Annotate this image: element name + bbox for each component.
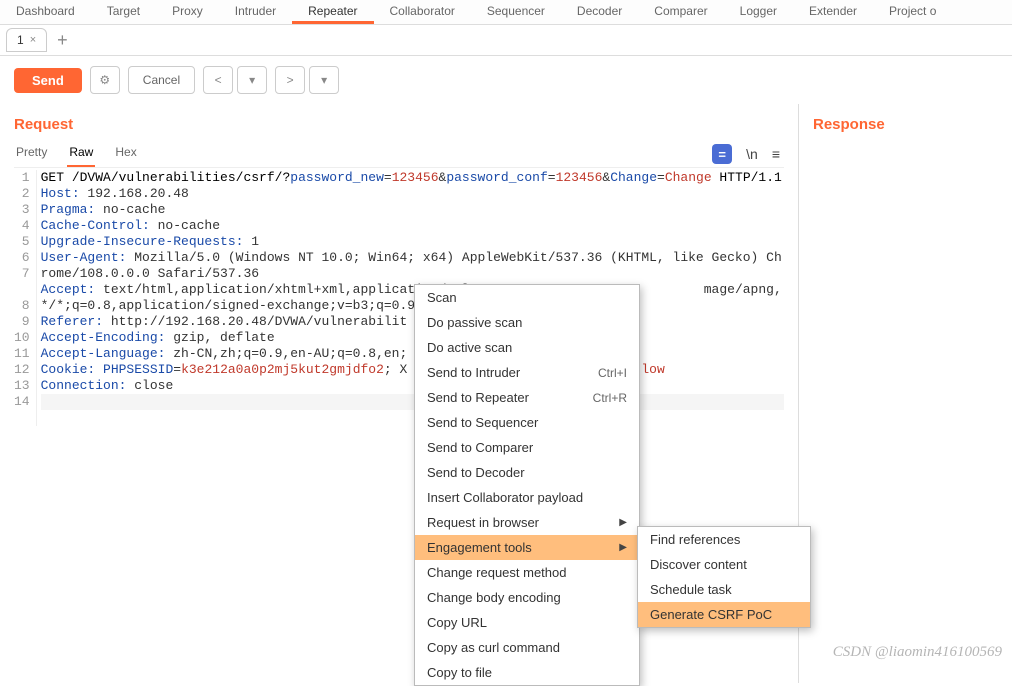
- chevron-down-icon: ▾: [321, 73, 327, 87]
- inspector-icon[interactable]: =: [712, 144, 732, 164]
- ctx-request-in-browser[interactable]: Request in browser▶: [415, 510, 639, 535]
- ctx-send-comparer[interactable]: Send to Comparer: [415, 435, 639, 460]
- chevron-left-icon: <: [215, 73, 222, 87]
- hamburger-icon[interactable]: ≡: [772, 146, 780, 162]
- request-body[interactable]: GET /DVWA/vulnerabilities/csrf/?password…: [37, 170, 784, 426]
- tab-target[interactable]: Target: [91, 0, 156, 24]
- ctx-passive-scan[interactable]: Do passive scan: [415, 310, 639, 335]
- ctx-active-scan[interactable]: Do active scan: [415, 335, 639, 360]
- request-editor[interactable]: 123 456 789 101112 1314 GET /DVWA/vulner…: [14, 170, 784, 426]
- tab-extender[interactable]: Extender: [793, 0, 873, 24]
- request-title: Request: [14, 116, 784, 133]
- history-prev-button[interactable]: <: [203, 66, 233, 94]
- sub-find-references[interactable]: Find references: [638, 527, 810, 552]
- context-menu: Scan Do passive scan Do active scan Send…: [414, 284, 640, 686]
- ctx-copy-curl[interactable]: Copy as curl command: [415, 635, 639, 660]
- tab-repeater[interactable]: Repeater: [292, 0, 373, 24]
- newline-icon[interactable]: \n: [746, 146, 758, 162]
- chevron-right-icon: >: [287, 73, 294, 87]
- repeater-subtabs: 1 × +: [0, 25, 1012, 56]
- chevron-down-icon: ▾: [249, 73, 255, 87]
- ctx-send-sequencer[interactable]: Send to Sequencer: [415, 410, 639, 435]
- close-icon[interactable]: ×: [30, 34, 36, 46]
- ctx-copy-url[interactable]: Copy URL: [415, 610, 639, 635]
- tab-proxy[interactable]: Proxy: [156, 0, 219, 24]
- add-tab-button[interactable]: +: [57, 33, 68, 47]
- sub-schedule-task[interactable]: Schedule task: [638, 577, 810, 602]
- tab-comparer[interactable]: Comparer: [638, 0, 723, 24]
- tab-sequencer[interactable]: Sequencer: [471, 0, 561, 24]
- sub-generate-csrf-poc[interactable]: Generate CSRF PoC: [638, 602, 810, 627]
- submenu-arrow-icon: ▶: [619, 542, 627, 553]
- tab-dashboard[interactable]: Dashboard: [0, 0, 91, 24]
- sub-discover-content[interactable]: Discover content: [638, 552, 810, 577]
- action-bar: Send ⚙ Cancel < ▾ > ▾: [0, 56, 1012, 104]
- settings-button[interactable]: ⚙: [90, 66, 120, 94]
- history-menu-button[interactable]: ▾: [237, 66, 267, 94]
- history-next-menu-button[interactable]: ▾: [309, 66, 339, 94]
- repeater-tab-label: 1: [17, 33, 24, 47]
- shortcut-label: Ctrl+R: [593, 391, 627, 405]
- shortcut-label: Ctrl+I: [598, 366, 627, 380]
- ctx-send-repeater[interactable]: Send to RepeaterCtrl+R: [415, 385, 639, 410]
- repeater-tab-1[interactable]: 1 ×: [6, 28, 47, 52]
- ctx-engagement-tools[interactable]: Engagement tools▶: [415, 535, 639, 560]
- ctx-change-body-encoding[interactable]: Change body encoding: [415, 585, 639, 610]
- history-next-button[interactable]: >: [275, 66, 305, 94]
- top-nav-tabs: Dashboard Target Proxy Intruder Repeater…: [0, 0, 1012, 25]
- ctx-send-intruder[interactable]: Send to IntruderCtrl+I: [415, 360, 639, 385]
- gear-icon: ⚙: [99, 73, 110, 87]
- ctx-scan[interactable]: Scan: [415, 285, 639, 310]
- send-button[interactable]: Send: [14, 68, 82, 93]
- view-tab-raw[interactable]: Raw: [67, 141, 95, 167]
- cancel-button[interactable]: Cancel: [128, 66, 195, 94]
- response-title: Response: [813, 116, 998, 133]
- tab-project-options[interactable]: Project o: [873, 0, 952, 24]
- engagement-submenu: Find references Discover content Schedul…: [637, 526, 811, 628]
- view-tab-pretty[interactable]: Pretty: [14, 141, 49, 167]
- tab-decoder[interactable]: Decoder: [561, 0, 638, 24]
- ctx-send-decoder[interactable]: Send to Decoder: [415, 460, 639, 485]
- ctx-change-method[interactable]: Change request method: [415, 560, 639, 585]
- tab-collaborator[interactable]: Collaborator: [374, 0, 471, 24]
- line-gutter: 123 456 789 101112 1314: [14, 170, 37, 426]
- view-tab-hex[interactable]: Hex: [113, 141, 138, 167]
- tab-logger[interactable]: Logger: [724, 0, 793, 24]
- tab-intruder[interactable]: Intruder: [219, 0, 292, 24]
- ctx-insert-collaborator[interactable]: Insert Collaborator payload: [415, 485, 639, 510]
- submenu-arrow-icon: ▶: [619, 517, 627, 528]
- response-panel: Response: [799, 104, 1012, 683]
